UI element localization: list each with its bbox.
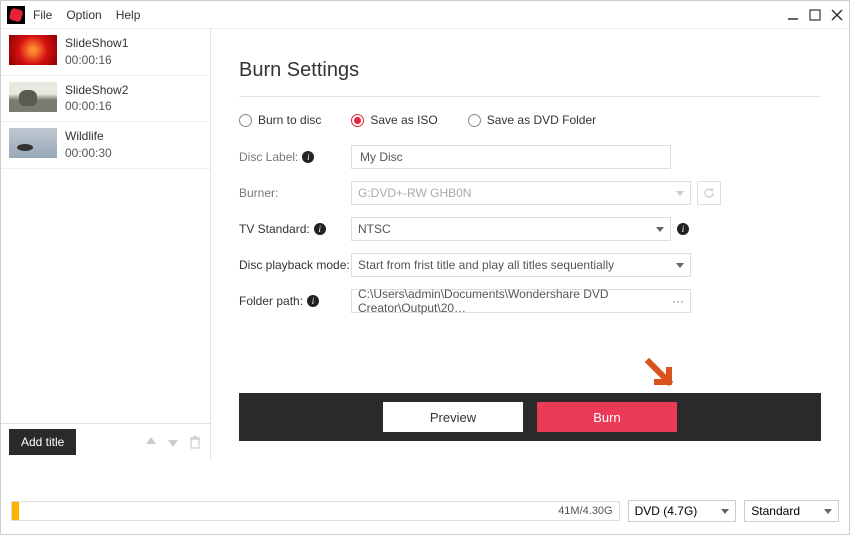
radio-label: Save as ISO [370, 113, 437, 127]
burner-label: Burner: [239, 186, 351, 200]
radio-save-as-dvd-folder[interactable]: Save as DVD Folder [468, 113, 596, 127]
disc-usage-fill [12, 502, 19, 520]
burn-button[interactable]: Burn [537, 402, 677, 432]
chevron-down-icon [676, 191, 684, 196]
slide-item[interactable]: SlideShow2 00:00:16 [1, 76, 210, 123]
move-up-icon[interactable] [144, 435, 158, 449]
folder-path-label: Folder path: i [239, 294, 351, 308]
close-icon[interactable] [831, 9, 843, 21]
refresh-burner-button[interactable] [697, 181, 721, 205]
radio-burn-to-disc[interactable]: Burn to disc [239, 113, 321, 127]
disc-usage-bar: 41M/4.30G [11, 501, 620, 521]
sidebar: SlideShow1 00:00:16 SlideShow2 00:00:16 … [1, 29, 211, 459]
slide-list: SlideShow1 00:00:16 SlideShow2 00:00:16 … [1, 29, 210, 423]
quality-select[interactable]: Standard [744, 500, 839, 522]
tv-standard-select[interactable]: NTSC [351, 217, 671, 241]
maximize-icon[interactable] [809, 9, 821, 21]
slide-thumbnail [9, 82, 57, 112]
playback-mode-label: Disc playback mode: [239, 258, 351, 272]
minimize-icon[interactable] [787, 9, 799, 21]
menu-file[interactable]: File [33, 8, 52, 22]
radio-label: Save as DVD Folder [487, 113, 596, 127]
menu-bar: File Option Help [33, 8, 140, 22]
titlebar: File Option Help [1, 1, 849, 29]
bottom-bar: 41M/4.30G DVD (4.7G) Standard [11, 496, 839, 526]
disc-type-select[interactable]: DVD (4.7G) [628, 500, 737, 522]
slide-item[interactable]: Wildlife 00:00:30 [1, 122, 210, 169]
menu-option[interactable]: Option [66, 8, 101, 22]
panel-title: Burn Settings [239, 59, 821, 82]
divider [239, 96, 821, 97]
preview-button[interactable]: Preview [383, 402, 523, 432]
app-icon [7, 6, 25, 24]
sidebar-footer: Add title [1, 423, 210, 459]
slide-title: SlideShow1 [65, 35, 128, 52]
slide-thumbnail [9, 35, 57, 65]
info-icon[interactable]: i [307, 295, 319, 307]
playback-mode-select[interactable]: Start from frist title and play all titl… [351, 253, 691, 277]
arrow-annotation [643, 356, 679, 397]
tv-standard-label: TV Standard: i [239, 222, 351, 236]
folder-path-input[interactable]: C:\Users\admin\Documents\Wondershare DVD… [351, 289, 691, 313]
browse-icon[interactable]: ··· [672, 294, 684, 308]
radio-save-as-iso[interactable]: Save as ISO [351, 113, 437, 127]
menu-help[interactable]: Help [116, 8, 141, 22]
slide-duration: 00:00:16 [65, 52, 128, 69]
info-icon[interactable]: i [677, 223, 689, 235]
burn-type-radios: Burn to disc Save as ISO Save as DVD Fol… [239, 113, 821, 127]
radio-label: Burn to disc [258, 113, 321, 127]
info-icon[interactable]: i [314, 223, 326, 235]
refresh-icon [703, 187, 715, 199]
action-bar: Preview Burn [239, 393, 821, 441]
window-controls [787, 9, 843, 21]
move-down-icon[interactable] [166, 435, 180, 449]
chevron-down-icon [656, 227, 664, 232]
slide-thumbnail [9, 128, 57, 158]
trash-icon[interactable] [188, 435, 202, 449]
chevron-down-icon [824, 509, 832, 514]
add-title-button[interactable]: Add title [9, 429, 76, 455]
content-area: Burn Settings Burn to disc Save as ISO S… [211, 29, 849, 459]
burner-select: G:DVD+-RW GHB0N [351, 181, 691, 205]
info-icon[interactable]: i [302, 151, 314, 163]
disc-label-label: Disc Label: i [239, 150, 351, 164]
chevron-down-icon [676, 263, 684, 268]
disc-label-input[interactable] [351, 145, 671, 169]
disc-usage-text: 41M/4.30G [558, 502, 612, 520]
slide-duration: 00:00:30 [65, 145, 112, 162]
slide-item[interactable]: SlideShow1 00:00:16 [1, 29, 210, 76]
slide-title: Wildlife [65, 128, 112, 145]
slide-title: SlideShow2 [65, 82, 128, 99]
slide-duration: 00:00:16 [65, 98, 128, 115]
chevron-down-icon [721, 509, 729, 514]
